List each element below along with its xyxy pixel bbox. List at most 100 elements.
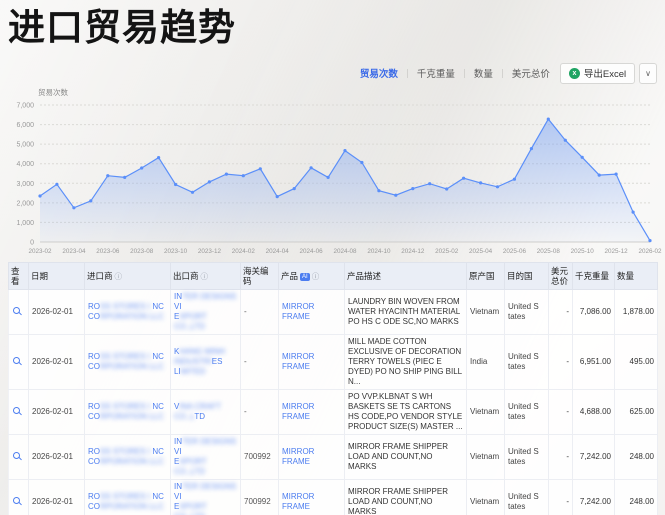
date-cell: 2026-02-01: [29, 335, 85, 390]
col-header-1: 查看: [9, 263, 29, 290]
redacted-text: SS STORES I: [100, 302, 150, 311]
importer-cell[interactable]: ROSS STORES I NCCORPORATION LLC: [85, 290, 171, 335]
svg-text:7,000: 7,000: [16, 103, 34, 110]
search-icon[interactable]: [13, 452, 20, 459]
product-link[interactable]: MIRROR FRAME: [282, 492, 314, 511]
redacted-text: TER DESIGNS: [182, 482, 236, 491]
company-text: CO: [88, 457, 100, 466]
svg-text:0: 0: [30, 240, 34, 247]
usd-total-cell: -: [549, 290, 573, 335]
svg-text:2025-04: 2025-04: [469, 248, 493, 255]
svg-text:2023-02: 2023-02: [28, 248, 52, 255]
metric-tab-4[interactable]: 美元总价: [512, 66, 550, 80]
search-icon[interactable]: [13, 407, 20, 414]
company-text: IN: [174, 482, 182, 491]
product-link[interactable]: MIRROR FRAME: [282, 352, 314, 371]
redacted-text: RPORATION LLC: [100, 312, 164, 321]
svg-text:2023-12: 2023-12: [198, 248, 222, 255]
page-title: 进口贸易趋势: [8, 8, 236, 51]
info-icon[interactable]: ⓘ: [201, 272, 209, 281]
search-icon[interactable]: [13, 307, 20, 314]
product-cell: MIRROR FRAME: [279, 335, 345, 390]
table-row: 2026-02-01ROSS STORES I NCCORPORATION LL…: [9, 290, 658, 335]
kg-weight-cell: 4,688.00: [573, 390, 615, 435]
company-text: NC: [150, 302, 164, 311]
importer-cell[interactable]: ROSS STORES I NCCORPORATION LLC: [85, 390, 171, 435]
usd-total-cell: -: [549, 390, 573, 435]
company-text: IN: [174, 292, 182, 301]
view-cell: [9, 290, 29, 335]
ai-badge: AI: [300, 273, 310, 281]
quantity-cell: 248.00: [615, 480, 658, 515]
date-cell: 2026-02-01: [29, 390, 85, 435]
svg-text:2024-08: 2024-08: [333, 248, 357, 255]
product-link[interactable]: MIRROR FRAME: [282, 302, 314, 321]
quantity-cell: 625.00: [615, 390, 658, 435]
svg-text:2025-12: 2025-12: [605, 248, 629, 255]
destination-country-cell: United S tates: [505, 480, 549, 515]
exporter-cell[interactable]: INTER DESIGNS VIEXPORT CO.,LTD: [171, 290, 241, 335]
product-link[interactable]: MIRROR FRAME: [282, 402, 314, 421]
export-excel-button[interactable]: x 导出Excel: [560, 63, 635, 84]
description-cell: LAUNDRY BIN WOVEN FROM WATER HYACINTH MA…: [345, 290, 467, 335]
tab-divider: [464, 69, 465, 78]
company-text: RO: [88, 302, 100, 311]
view-cell: [9, 480, 29, 515]
company-text: VI: [174, 302, 182, 311]
svg-text:2024-06: 2024-06: [300, 248, 324, 255]
svg-text:2,000: 2,000: [16, 200, 34, 207]
redacted-text: XPORT CO.,LTD: [174, 502, 207, 515]
usd-total-cell: -: [549, 335, 573, 390]
metric-tab-3[interactable]: 数量: [474, 66, 493, 80]
metric-tab-2[interactable]: 千克重量: [417, 66, 455, 80]
company-text: CO: [88, 362, 100, 371]
trend-area-chart: 贸易次数 01,0002,0003,0004,0005,0006,0007,00…: [0, 85, 665, 257]
exporter-cell[interactable]: KHANG MINH INDUSTRIESLIMITED: [171, 335, 241, 390]
redacted-text: XPORT CO.,LTD: [174, 457, 207, 476]
hs-code-cell: -: [241, 390, 279, 435]
svg-text:4,000: 4,000: [16, 161, 34, 168]
export-excel-label: 导出Excel: [584, 66, 626, 80]
product-cell: MIRROR FRAME: [279, 435, 345, 480]
exporter-cell[interactable]: INTER DESIGNS VIEXPORT CO.,LTD: [171, 480, 241, 515]
exporter-cell[interactable]: INTER DESIGNS VIEXPORT CO.,LTD: [171, 435, 241, 480]
product-cell: MIRROR FRAME: [279, 390, 345, 435]
view-cell: [9, 435, 29, 480]
quantity-cell: 495.00: [615, 335, 658, 390]
export-dropdown-button[interactable]: ∨: [639, 63, 657, 84]
table-row: 2026-02-01ROSS STORES I NCCORPORATION LL…: [9, 480, 658, 515]
product-link[interactable]: MIRROR FRAME: [282, 447, 314, 466]
exporter-cell[interactable]: VINA CRAFT CO.,LTD: [171, 390, 241, 435]
product-cell: MIRROR FRAME: [279, 480, 345, 515]
importer-cell[interactable]: ROSS STORES I NCCORPORATION LLC: [85, 480, 171, 515]
company-text: NC: [150, 447, 164, 456]
export-group: x 导出Excel ∨: [560, 63, 657, 84]
hs-code-cell: -: [241, 290, 279, 335]
company-text: CO: [88, 412, 100, 421]
kg-weight-cell: 7,086.00: [573, 290, 615, 335]
redacted-text: RPORATION LLC: [100, 502, 164, 511]
info-icon[interactable]: ⓘ: [312, 272, 320, 281]
svg-text:2026-02: 2026-02: [638, 248, 662, 255]
redacted-text: RPORATION LLC: [100, 412, 164, 421]
view-cell: [9, 335, 29, 390]
company-text: VI: [174, 492, 182, 501]
company-text: RO: [88, 492, 100, 501]
search-icon[interactable]: [13, 497, 20, 504]
info-icon[interactable]: ⓘ: [115, 272, 123, 281]
col-header-6: 产品AIⓘ: [279, 263, 345, 290]
hs-code-cell: 700992: [241, 480, 279, 515]
svg-text:2023-04: 2023-04: [62, 248, 86, 255]
col-header-4: 出口商ⓘ: [171, 263, 241, 290]
svg-text:2023-08: 2023-08: [130, 248, 154, 255]
importer-cell[interactable]: ROSS STORES I NCCORPORATION LLC: [85, 435, 171, 480]
svg-text:3,000: 3,000: [16, 181, 34, 188]
redacted-text: SS STORES I: [100, 447, 150, 456]
import-trade-trend-page: 进口贸易趋势 贸易次数千克重量数量美元总价 x 导出Excel ∨ 贸易次数 0…: [0, 0, 665, 515]
svg-text:2025-10: 2025-10: [571, 248, 595, 255]
view-cell: [9, 390, 29, 435]
search-icon[interactable]: [13, 357, 20, 364]
metric-tab-1[interactable]: 贸易次数: [360, 66, 398, 80]
importer-cell[interactable]: ROSS STORES I NCCORPORATION LLC: [85, 335, 171, 390]
svg-text:2024-10: 2024-10: [367, 248, 391, 255]
